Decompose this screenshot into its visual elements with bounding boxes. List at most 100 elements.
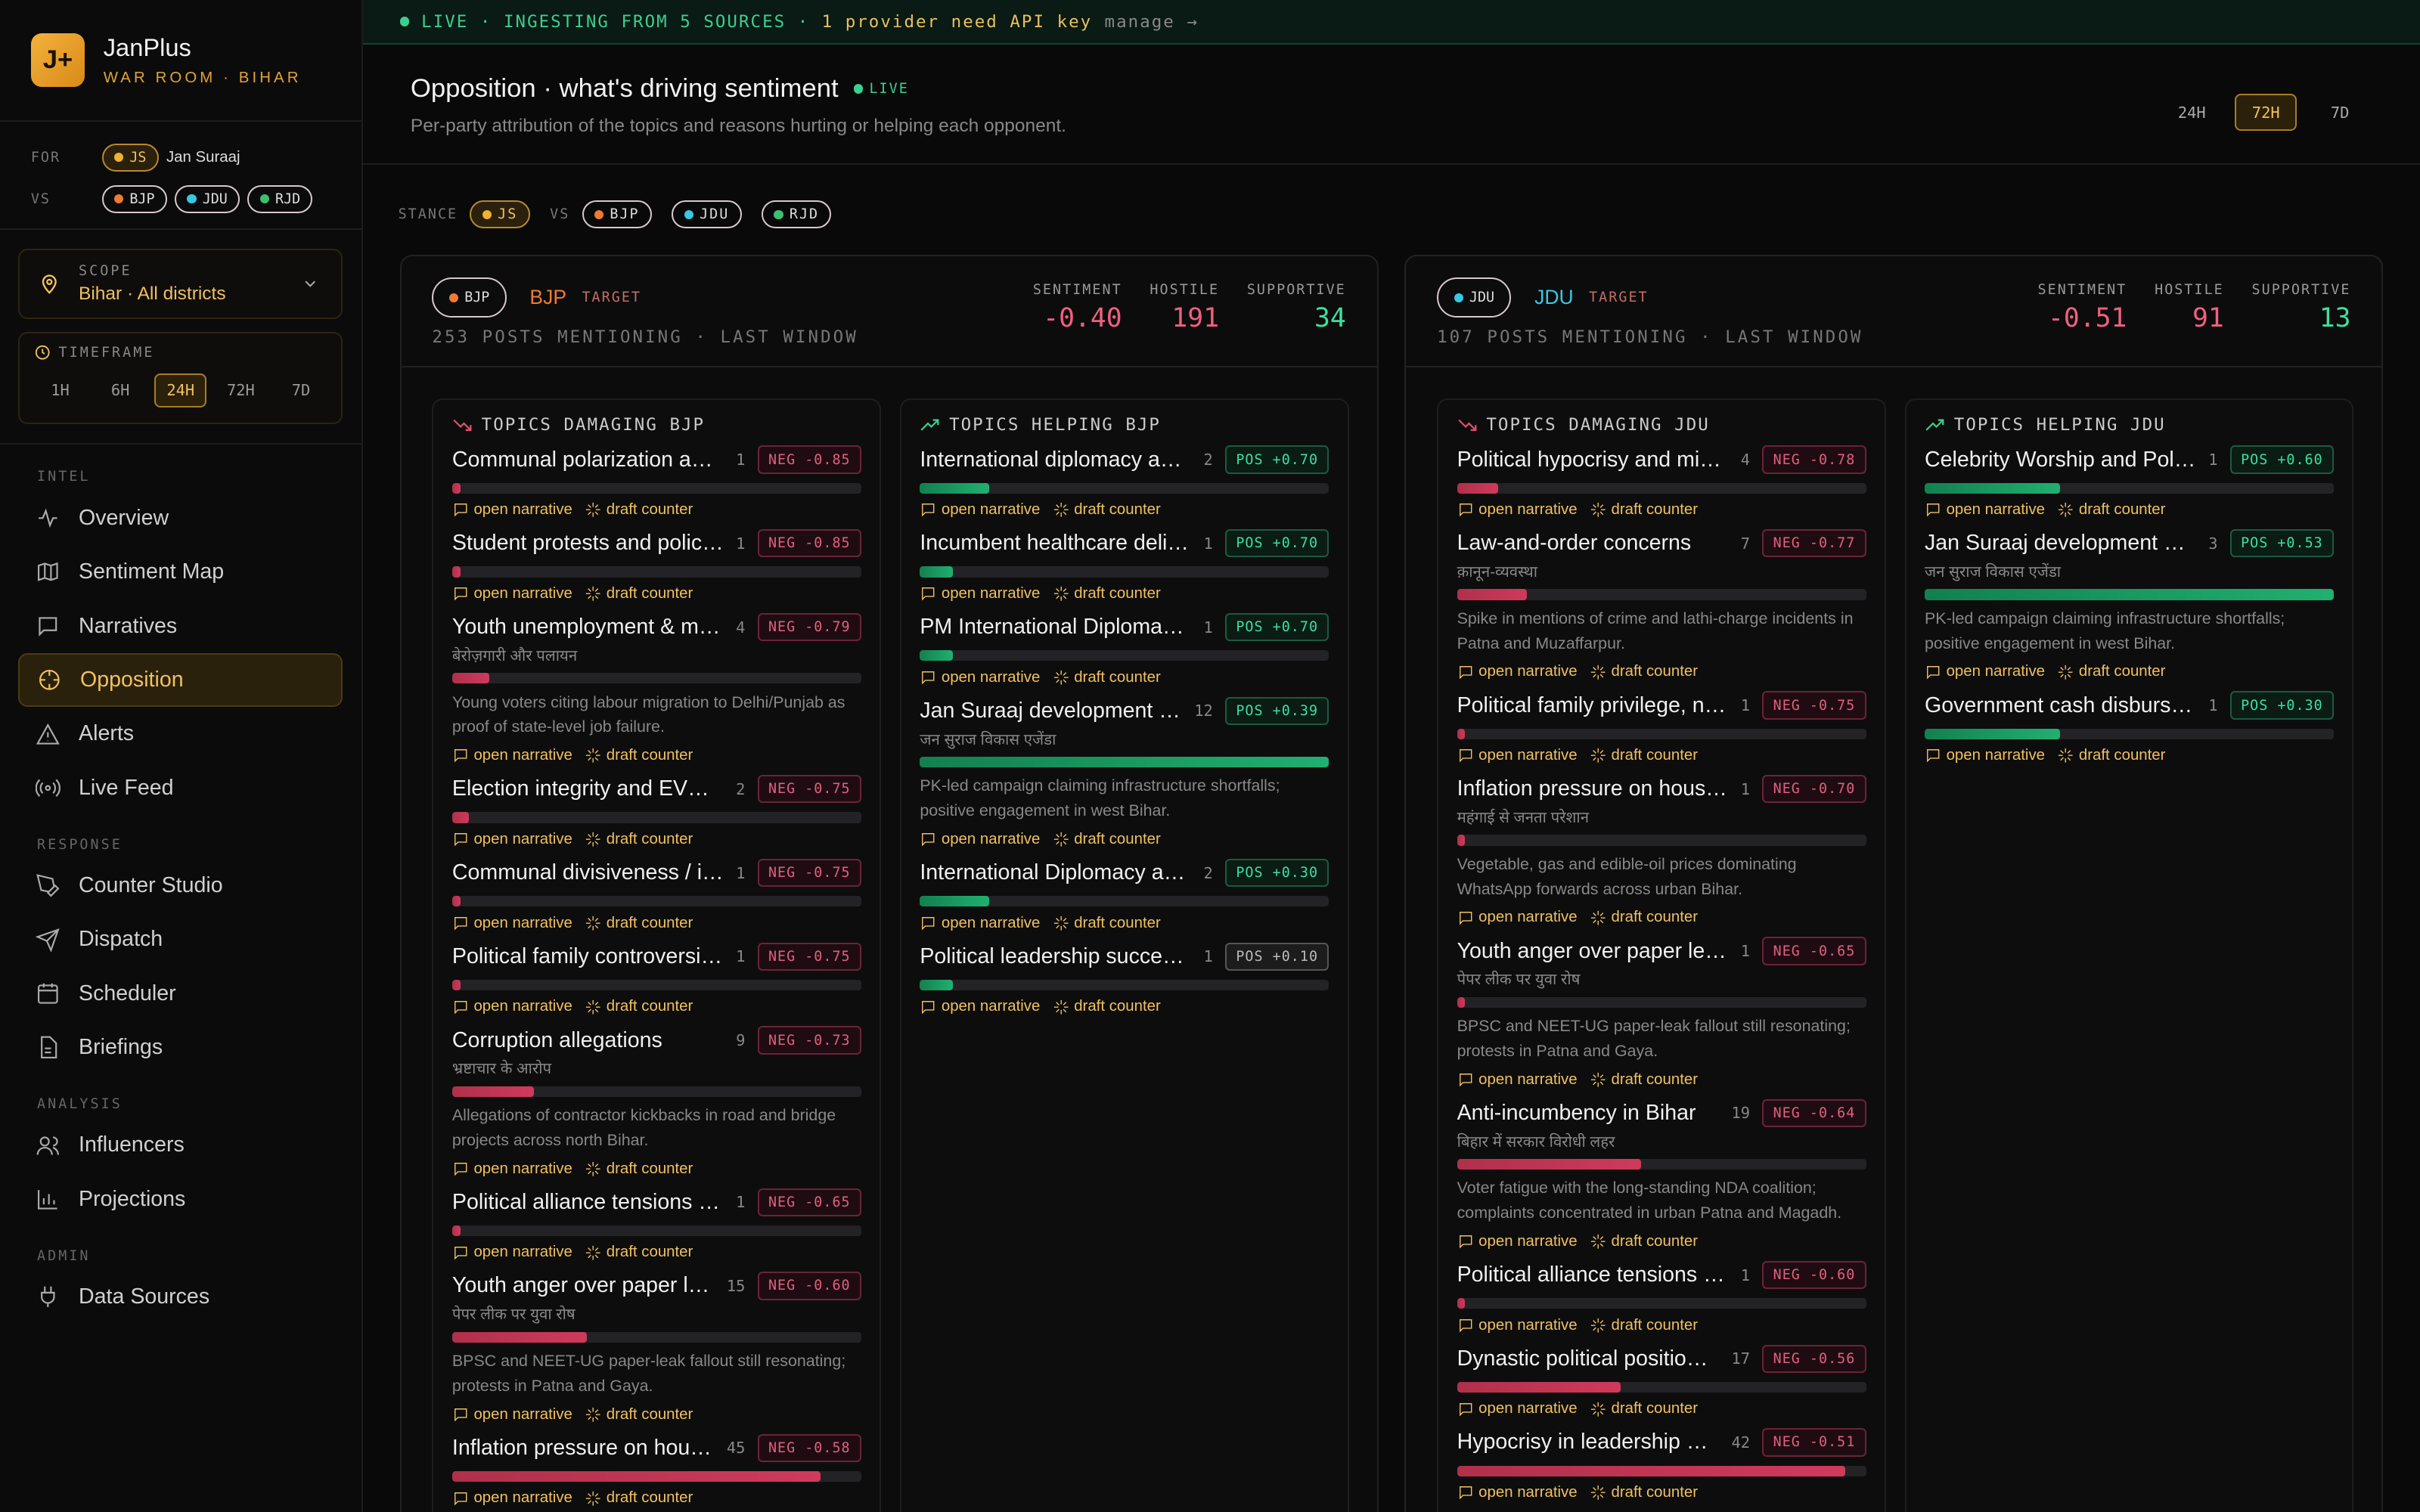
- nav-narratives[interactable]: Narratives: [18, 599, 343, 652]
- topic-row[interactable]: Communal polarization and… 1 NEG -0.85: [452, 445, 861, 476]
- topic-row[interactable]: Jan Suraaj development pl… 12 POS +0.39: [920, 696, 1329, 727]
- party-pill[interactable]: BJP: [432, 277, 507, 318]
- open-narrative-link[interactable]: open narrative: [1925, 501, 2045, 519]
- nav-opposition[interactable]: Opposition: [18, 652, 343, 708]
- open-narrative-link[interactable]: open narrative: [1457, 909, 1578, 926]
- open-narrative-link[interactable]: open narrative: [1457, 663, 1578, 680]
- draft-counter-link[interactable]: draft counter: [1590, 1233, 1698, 1250]
- draft-counter-link[interactable]: draft counter: [1053, 915, 1161, 932]
- open-narrative-link[interactable]: open narrative: [452, 1244, 572, 1261]
- topic-row[interactable]: PM International Diplomacy… 1 POS +0.70: [920, 612, 1329, 643]
- topic-row[interactable]: Incumbent healthcare deliv… 1 POS +0.70: [920, 528, 1329, 559]
- draft-counter-link[interactable]: draft counter: [585, 1160, 693, 1178]
- nav-alerts[interactable]: Alerts: [18, 707, 343, 761]
- draft-counter-link[interactable]: draft counter: [1590, 1071, 1698, 1089]
- draft-counter-link[interactable]: draft counter: [585, 747, 693, 764]
- open-narrative-link[interactable]: open narrative: [920, 585, 1040, 603]
- draft-counter-link[interactable]: draft counter: [585, 1244, 693, 1261]
- topic-row[interactable]: Inflation pressure on hous… 45 NEG -0.58: [452, 1433, 861, 1464]
- topic-row[interactable]: Celebrity Worship and Politi… 1 POS +0.60: [1925, 445, 2334, 476]
- topic-row[interactable]: Government cash disburse… 1 POS +0.30: [1925, 690, 2334, 721]
- draft-counter-link[interactable]: draft counter: [1590, 747, 1698, 764]
- topic-row[interactable]: International diplomacy and… 2 POS +0.70: [920, 445, 1329, 476]
- open-narrative-link[interactable]: open narrative: [1457, 1317, 1578, 1334]
- draft-counter-link[interactable]: draft counter: [1590, 1317, 1698, 1334]
- topic-row[interactable]: Youth anger over paper leaks 1 NEG -0.65: [1457, 936, 1866, 967]
- topic-row[interactable]: Political alliance tensions a… 1 NEG -0.65: [452, 1187, 861, 1218]
- topic-row[interactable]: Communal divisiveness / i… 1 NEG -0.75: [452, 857, 861, 888]
- open-narrative-link[interactable]: open narrative: [452, 1160, 572, 1178]
- draft-counter-link[interactable]: draft counter: [585, 1406, 693, 1424]
- range-7d[interactable]: 7D: [2309, 94, 2371, 132]
- for-party-pill[interactable]: JS: [101, 143, 159, 172]
- party-pill[interactable]: JDU: [1437, 277, 1512, 318]
- topic-row[interactable]: Corruption allegations 9 NEG -0.73: [452, 1025, 861, 1056]
- topic-row[interactable]: Youth unemployment & mig… 4 NEG -0.79: [452, 612, 861, 643]
- vs-pill-bjp[interactable]: BJP: [101, 184, 167, 213]
- topic-row[interactable]: Election integrity and EVM/… 2 NEG -0.75: [452, 773, 861, 804]
- timeframe-6h[interactable]: 6H: [94, 373, 146, 407]
- topic-row[interactable]: Hypocrisy in leadership — … 42 NEG -0.51: [1457, 1427, 1866, 1458]
- draft-counter-link[interactable]: draft counter: [585, 585, 693, 603]
- timeframe-7d[interactable]: 7D: [275, 373, 327, 407]
- open-narrative-link[interactable]: open narrative: [452, 1489, 572, 1507]
- draft-counter-link[interactable]: draft counter: [2057, 663, 2165, 680]
- draft-counter-link[interactable]: draft counter: [1590, 1484, 1698, 1501]
- draft-counter-link[interactable]: draft counter: [1053, 669, 1161, 686]
- draft-counter-link[interactable]: draft counter: [1053, 501, 1161, 519]
- banner-manage-link[interactable]: manage →: [1105, 12, 1199, 32]
- topic-row[interactable]: Law-and-order concerns 7 NEG -0.77: [1457, 528, 1866, 559]
- topic-row[interactable]: Anti-incumbency in Bihar 19 NEG -0.64: [1457, 1098, 1866, 1129]
- draft-counter-link[interactable]: draft counter: [1053, 585, 1161, 603]
- open-narrative-link[interactable]: open narrative: [1457, 747, 1578, 764]
- draft-counter-link[interactable]: draft counter: [2057, 501, 2165, 519]
- topic-row[interactable]: Political leadership success… 1 POS +0.10: [920, 941, 1329, 972]
- nav-sentiment-map[interactable]: Sentiment Map: [18, 545, 343, 599]
- nav-dispatch[interactable]: Dispatch: [18, 912, 343, 966]
- draft-counter-link[interactable]: draft counter: [1053, 998, 1161, 1015]
- nav-scheduler[interactable]: Scheduler: [18, 967, 343, 1021]
- vs-pill-rjd[interactable]: RJD: [247, 184, 313, 213]
- open-narrative-link[interactable]: open narrative: [1457, 1400, 1578, 1418]
- nav-live-feed[interactable]: Live Feed: [18, 761, 343, 815]
- range-24h[interactable]: 24H: [2161, 94, 2223, 132]
- open-narrative-link[interactable]: open narrative: [452, 585, 572, 603]
- topic-row[interactable]: Youth anger over paper leaks 15 NEG -0.60: [452, 1271, 861, 1302]
- open-narrative-link[interactable]: open narrative: [1457, 501, 1578, 519]
- stance-pill-rjd[interactable]: RJD: [762, 200, 832, 229]
- draft-counter-link[interactable]: draft counter: [1590, 663, 1698, 680]
- open-narrative-link[interactable]: open narrative: [1457, 1233, 1578, 1250]
- draft-counter-link[interactable]: draft counter: [1053, 831, 1161, 848]
- vs-pill-jdu[interactable]: JDU: [175, 184, 240, 213]
- timeframe-72h[interactable]: 72H: [215, 373, 267, 407]
- draft-counter-link[interactable]: draft counter: [585, 1489, 693, 1507]
- open-narrative-link[interactable]: open narrative: [1925, 663, 2045, 680]
- draft-counter-link[interactable]: draft counter: [585, 998, 693, 1015]
- open-narrative-link[interactable]: open narrative: [452, 747, 572, 764]
- open-narrative-link[interactable]: open narrative: [1457, 1071, 1578, 1089]
- stance-pill-jdu[interactable]: JDU: [672, 200, 742, 229]
- nav-influencers[interactable]: Influencers: [18, 1118, 343, 1172]
- stance-pill-bjp[interactable]: BJP: [582, 200, 652, 229]
- draft-counter-link[interactable]: draft counter: [1590, 501, 1698, 519]
- stance-for-pill[interactable]: JS: [470, 200, 530, 229]
- topic-row[interactable]: Jan Suraaj development plank 3 POS +0.53: [1925, 528, 2334, 559]
- open-narrative-link[interactable]: open narrative: [920, 669, 1040, 686]
- scope-selector[interactable]: SCOPE Bihar · All districts: [18, 248, 343, 320]
- draft-counter-link[interactable]: draft counter: [1590, 909, 1698, 926]
- draft-counter-link[interactable]: draft counter: [2057, 747, 2165, 764]
- topic-row[interactable]: Inflation pressure on house… 1 NEG -0.70: [1457, 773, 1866, 804]
- nav-overview[interactable]: Overview: [18, 491, 343, 545]
- topic-row[interactable]: Political alliance tensions a… 1 NEG -0.60: [1457, 1259, 1866, 1290]
- open-narrative-link[interactable]: open narrative: [920, 998, 1040, 1015]
- draft-counter-link[interactable]: draft counter: [585, 915, 693, 932]
- topic-row[interactable]: Political hypocrisy and misu… 4 NEG -0.78: [1457, 445, 1866, 476]
- topic-row[interactable]: Political family privilege, ne… 1 NEG -0.7…: [1457, 690, 1866, 721]
- open-narrative-link[interactable]: open narrative: [920, 831, 1040, 848]
- nav-projections[interactable]: Projections: [18, 1173, 343, 1226]
- open-narrative-link[interactable]: open narrative: [920, 501, 1040, 519]
- topic-row[interactable]: Student protests and police… 1 NEG -0.85: [452, 528, 861, 559]
- open-narrative-link[interactable]: open narrative: [1925, 747, 2045, 764]
- draft-counter-link[interactable]: draft counter: [585, 501, 693, 519]
- topic-row[interactable]: Dynastic political positioni… 17 NEG -0.56: [1457, 1343, 1866, 1374]
